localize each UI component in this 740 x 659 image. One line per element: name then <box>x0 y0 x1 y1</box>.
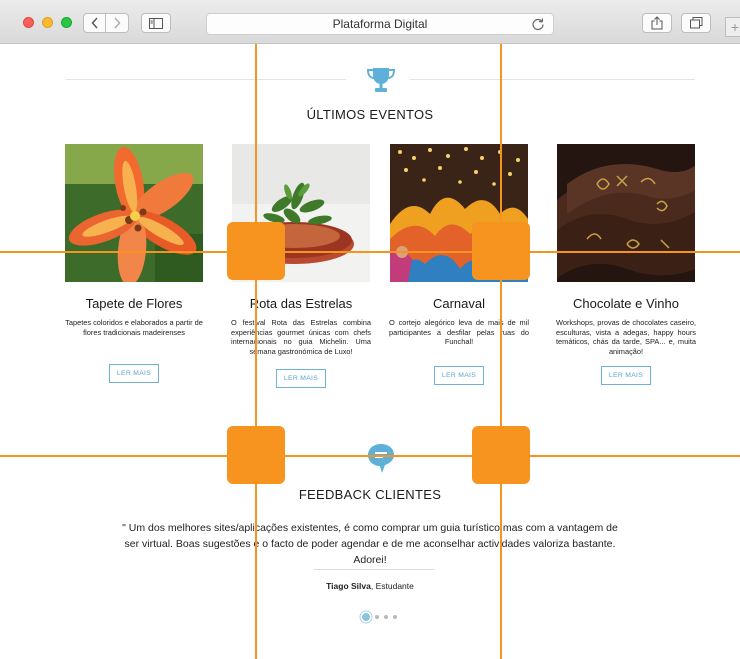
read-more-button[interactable]: LER MAIS <box>434 366 484 385</box>
zoom-window-button[interactable] <box>61 17 72 28</box>
overlay-guide-horizontal-top <box>0 251 740 253</box>
overlay-handle-top-right[interactable] <box>472 222 530 280</box>
event-description: O festival Rota das Estrelas combina exp… <box>231 318 371 356</box>
read-more-button[interactable]: LER MAIS <box>109 364 159 383</box>
author-role: , Estudante <box>370 581 414 591</box>
pagination-dot-1[interactable] <box>362 613 370 621</box>
minimize-window-button[interactable] <box>42 17 53 28</box>
divider-left <box>66 79 346 80</box>
events-section-title: ÚLTIMOS EVENTOS <box>306 107 434 122</box>
feedback-section-title: FEEDBACK CLIENTES <box>298 487 442 502</box>
testimonial-quote: " Um dos melhores sites/aplicações exist… <box>122 522 618 566</box>
speech-bubble-icon <box>368 444 394 473</box>
pagination-dot-2[interactable] <box>375 615 379 619</box>
share-button[interactable] <box>642 13 672 33</box>
event-title: Chocolate e Vinho <box>572 296 679 311</box>
read-more-button[interactable]: LER MAIS <box>601 366 651 385</box>
share-icon <box>651 16 663 30</box>
event-title: Tapete de Flores <box>85 296 183 311</box>
back-button[interactable] <box>83 13 106 33</box>
overlay-guide-horizontal-bottom <box>0 455 740 457</box>
close-window-button[interactable] <box>23 17 34 28</box>
overlay-handle-top-left[interactable] <box>227 222 285 280</box>
tabs-overview-icon <box>689 17 702 29</box>
author-name: Tiago Silva <box>326 581 371 591</box>
read-more-button[interactable]: LER MAIS <box>276 369 326 388</box>
sidebar-icon <box>149 17 163 29</box>
testimonial-author: Tiago Silva, Estudante <box>0 581 740 591</box>
pagination-dot-4[interactable] <box>393 615 397 619</box>
overlay-guide-vertical-right <box>500 44 502 659</box>
event-card: Tapete de Flores Tapetes coloridos e ela… <box>64 144 204 383</box>
address-text: Plataforma Digital <box>332 17 428 31</box>
address-bar[interactable]: Plataforma Digital <box>206 13 554 35</box>
show-tabs-button[interactable] <box>681 13 711 33</box>
divider-right <box>410 79 695 80</box>
overlay-handle-bottom-left[interactable] <box>227 426 285 484</box>
event-image-chocolate[interactable] <box>557 144 695 282</box>
overlay-guide-vertical-left <box>255 44 257 659</box>
event-description: Tapetes coloridos e elaborados a partir … <box>65 318 203 337</box>
event-description: Workshops, provas de chocolates caseiro,… <box>556 318 696 356</box>
chevron-right-icon <box>114 17 121 29</box>
history-nav <box>83 13 129 33</box>
event-description: O cortejo alegórico leva de mais de mil … <box>389 318 529 347</box>
event-image-lily[interactable] <box>65 144 203 282</box>
pagination-dot-3[interactable] <box>384 615 388 619</box>
author-divider <box>314 569 434 570</box>
forward-button[interactable] <box>106 13 129 33</box>
reload-icon[interactable] <box>531 17 545 31</box>
browser-toolbar: Plataforma Digital + <box>0 0 740 44</box>
trophy-icon <box>366 68 396 92</box>
chevron-left-icon <box>91 17 98 29</box>
event-title: Rota das Estrelas <box>249 296 353 311</box>
page-content: ÚLTIMOS EVENTOS Tapete de Flores Tapetes… <box>0 44 740 659</box>
event-title: Carnaval <box>432 296 486 311</box>
sidebar-toggle-button[interactable] <box>141 13 171 33</box>
testimonial-pagination <box>362 613 397 621</box>
overlay-handle-bottom-right[interactable] <box>472 426 530 484</box>
new-tab-button[interactable]: + <box>725 17 740 37</box>
